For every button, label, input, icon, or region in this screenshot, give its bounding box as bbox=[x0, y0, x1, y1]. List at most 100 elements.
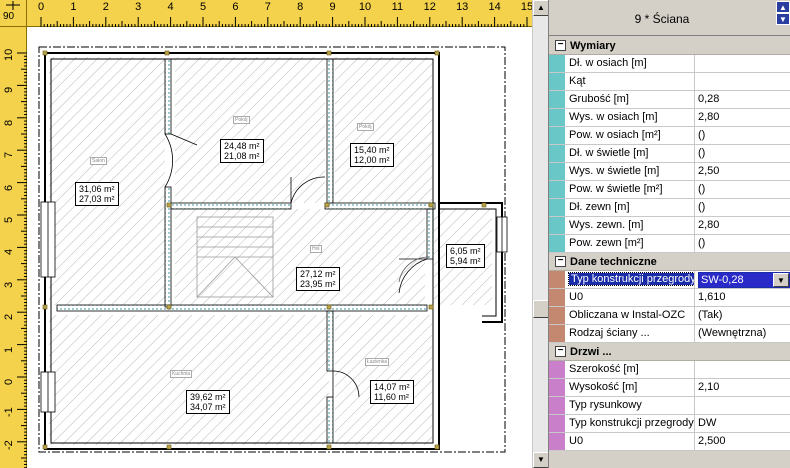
property-value[interactable] bbox=[695, 55, 790, 72]
property-row[interactable]: Obliczana w Instal-OZC (Tak) bbox=[549, 307, 790, 325]
room-tag[interactable]: Hol bbox=[310, 245, 322, 253]
ruler-corner[interactable]: 90 bbox=[0, 0, 27, 27]
property-row[interactable]: Szerokość [m] bbox=[549, 361, 790, 379]
property-row[interactable]: Typ konstrukcji przegrody DW bbox=[549, 415, 790, 433]
scroll-thumb[interactable] bbox=[533, 300, 548, 318]
scroll-up-icon[interactable]: ▲ bbox=[533, 0, 548, 16]
property-value[interactable] bbox=[695, 361, 790, 378]
property-name[interactable]: Wys. w świetle [m] bbox=[565, 163, 695, 180]
property-value[interactable]: 2,500 bbox=[695, 433, 790, 450]
property-value[interactable]: DW bbox=[695, 415, 790, 432]
chevron-down-icon[interactable]: ▼ bbox=[776, 13, 790, 25]
property-row[interactable]: Dł. zewn [m] () bbox=[549, 199, 790, 217]
property-name[interactable]: Dł. w osiach [m] bbox=[565, 55, 695, 72]
property-name[interactable]: Dł. w świetle [m] bbox=[565, 145, 695, 162]
room-tag[interactable]: Pokój bbox=[233, 116, 250, 124]
room-tag[interactable]: Pokój bbox=[357, 123, 374, 131]
room-label-1[interactable]: 31,06 m² 27,03 m² bbox=[75, 182, 119, 206]
property-value[interactable]: () bbox=[695, 181, 790, 198]
room-label-3[interactable]: 15,40 m² 12,00 m² bbox=[350, 143, 394, 167]
property-row[interactable]: Rodzaj ściany ... (Wewnętrzna) bbox=[549, 325, 790, 343]
property-row[interactable]: Pow. w świetle [m²] () bbox=[549, 181, 790, 199]
property-name[interactable]: U0 bbox=[565, 289, 695, 306]
property-row[interactable]: Typ konstrukcji przegrody SW-0,28 ▼ bbox=[549, 271, 790, 289]
property-name[interactable]: Pow. w osiach [m²] bbox=[565, 127, 695, 144]
property-value[interactable]: 2,50 bbox=[695, 163, 790, 180]
property-row[interactable]: U0 1,610 bbox=[549, 289, 790, 307]
section-header[interactable]: − Drzwi ... bbox=[549, 343, 790, 361]
room-1-fill[interactable] bbox=[49, 57, 165, 305]
property-value[interactable] bbox=[695, 397, 790, 414]
property-value[interactable] bbox=[695, 73, 790, 90]
chevron-down-icon[interactable]: ▼ bbox=[773, 273, 789, 287]
room-tag[interactable]: Salon bbox=[90, 157, 107, 165]
property-name[interactable]: Obliczana w Instal-OZC bbox=[565, 307, 695, 324]
property-row[interactable]: Wysokość [m] 2,10 bbox=[549, 379, 790, 397]
property-value[interactable]: 2,80 bbox=[695, 217, 790, 234]
ruler-label: 13 bbox=[456, 1, 469, 13]
construction-type-select[interactable]: SW-0,28 ▼ bbox=[698, 272, 790, 288]
property-row[interactable]: Pow. w osiach [m²] () bbox=[549, 127, 790, 145]
drawing-canvas[interactable]: 90 0 1 2 3 4 5 6 7 8 9 10 11 12 13 14 15 10 9 8 7 6 5 4 3 2 1 0 -1… bbox=[0, 0, 548, 468]
property-value[interactable]: () bbox=[695, 199, 790, 216]
section-stripe bbox=[549, 199, 565, 216]
property-row[interactable]: Typ rysunkowy bbox=[549, 397, 790, 415]
collapse-icon[interactable]: − bbox=[555, 256, 566, 267]
property-name-text: U0 bbox=[569, 291, 584, 303]
property-value[interactable]: (Wewnętrzna) bbox=[695, 325, 790, 342]
room-2-fill[interactable] bbox=[175, 57, 325, 203]
property-value[interactable]: (Tak) bbox=[695, 307, 790, 324]
property-row[interactable]: Wys. w świetle [m] 2,50 bbox=[549, 163, 790, 181]
room-3-fill[interactable] bbox=[335, 57, 432, 203]
property-name[interactable]: Wysokość [m] bbox=[565, 379, 695, 396]
canvas-vertical-scrollbar[interactable]: ▲ ▼ bbox=[532, 0, 548, 468]
room-label-4[interactable]: 27,12 m² 23,95 m² bbox=[296, 267, 340, 291]
property-value[interactable]: 0,28 bbox=[695, 91, 790, 108]
section-header[interactable]: − Dane techniczne bbox=[549, 253, 790, 271]
property-row[interactable]: Kąt bbox=[549, 73, 790, 91]
property-name[interactable]: Rodzaj ściany ... bbox=[565, 325, 695, 342]
panel-header-controls[interactable]: ▲ ▼ bbox=[776, 1, 790, 25]
ruler-label: 5 bbox=[3, 216, 15, 223]
property-name[interactable]: Kąt bbox=[565, 73, 695, 90]
property-name[interactable]: Wys. w osiach [m] bbox=[565, 109, 695, 126]
property-value[interactable]: () bbox=[695, 145, 790, 162]
property-row[interactable]: Wys. zewn. [m] 2,80 bbox=[549, 217, 790, 235]
property-row[interactable]: U0 2,500 bbox=[549, 433, 790, 451]
room-label-7[interactable]: 14,07 m² 11,60 m² bbox=[370, 380, 414, 404]
section-header[interactable]: − Wymiary bbox=[549, 37, 790, 55]
property-row[interactable]: Wys. w osiach [m] 2,80 bbox=[549, 109, 790, 127]
room-6-fill[interactable] bbox=[49, 315, 329, 445]
property-name[interactable]: Dł. zewn [m] bbox=[565, 199, 695, 216]
property-row[interactable]: Dł. w świetle [m] () bbox=[549, 145, 790, 163]
property-name[interactable]: Pow. w świetle [m²] bbox=[565, 181, 695, 198]
property-name[interactable]: Typ konstrukcji przegrody bbox=[565, 415, 695, 432]
property-value[interactable]: 2,80 bbox=[695, 109, 790, 126]
room-tag[interactable]: Łazienka bbox=[365, 358, 390, 366]
scroll-up-icon[interactable]: ▲ bbox=[776, 1, 790, 13]
room-label-5[interactable]: 6,05 m² 5,94 m² bbox=[446, 244, 485, 268]
room-label-2[interactable]: 24,48 m² 21,08 m² bbox=[220, 139, 264, 163]
property-row[interactable]: Pow. zewn [m²] () bbox=[549, 235, 790, 253]
property-row[interactable]: Dł. w osiach [m] bbox=[549, 55, 790, 73]
property-name[interactable]: U0 bbox=[565, 433, 695, 450]
property-value[interactable]: 2,10 bbox=[695, 379, 790, 396]
property-name[interactable]: Typ rysunkowy bbox=[565, 397, 695, 414]
scroll-down-icon[interactable]: ▼ bbox=[533, 452, 548, 468]
room-label-6[interactable]: 39,62 m² 34,07 m² bbox=[186, 390, 230, 414]
property-name[interactable]: Pow. zewn [m²] bbox=[565, 235, 695, 252]
property-name[interactable]: Grubość [m] bbox=[565, 91, 695, 108]
section-stripe bbox=[549, 271, 565, 288]
property-name[interactable]: Szerokość [m] bbox=[565, 361, 695, 378]
property-value[interactable]: () bbox=[695, 127, 790, 144]
property-value[interactable]: SW-0,28 ▼ bbox=[695, 271, 790, 288]
property-name-text: Typ konstrukcji przegrody bbox=[569, 417, 694, 429]
collapse-icon[interactable]: − bbox=[555, 346, 566, 357]
property-name[interactable]: Wys. zewn. [m] bbox=[565, 217, 695, 234]
room-tag[interactable]: Kuchnia bbox=[170, 370, 193, 378]
property-value[interactable]: () bbox=[695, 235, 790, 252]
property-value[interactable]: 1,610 bbox=[695, 289, 790, 306]
property-name[interactable]: Typ konstrukcji przegrody bbox=[565, 271, 695, 288]
collapse-icon[interactable]: − bbox=[555, 40, 566, 51]
property-row[interactable]: Grubość [m] 0,28 bbox=[549, 91, 790, 109]
